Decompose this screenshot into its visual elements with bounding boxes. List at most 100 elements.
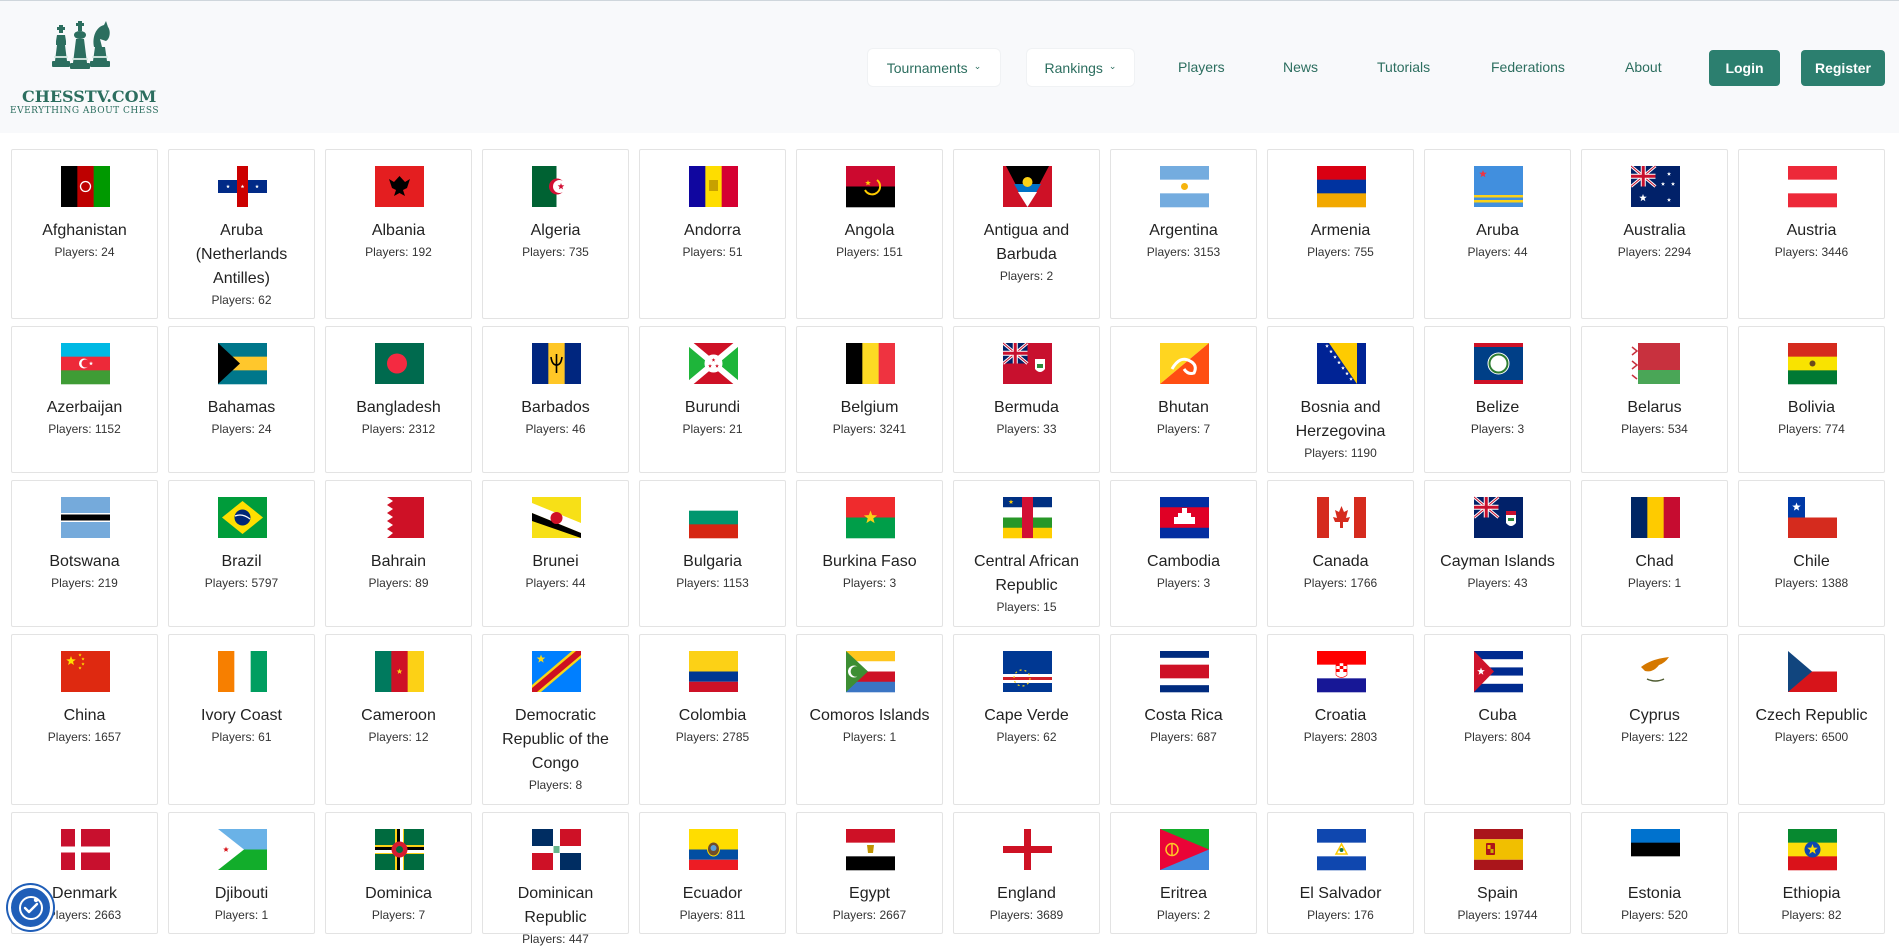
nav-federations-link[interactable]: Federations <box>1491 57 1565 77</box>
nav-news-link[interactable]: News <box>1283 57 1318 77</box>
federation-name: Spain Players: 19744 <box>1429 882 1566 923</box>
federation-card[interactable]: Bulgaria Players: 1153 <box>639 480 786 627</box>
federation-name-text: Ivory Coast <box>201 707 282 724</box>
federation-name: Colombia Players: 2785 <box>644 704 781 745</box>
federation-card[interactable]: Ivory Coast Players: 61 <box>168 634 315 805</box>
federation-card[interactable]: Czech Republic Players: 6500 <box>1738 634 1885 805</box>
federation-name-text: Bahrain <box>370 553 427 570</box>
federation-card[interactable]: Chile Players: 1388 <box>1738 480 1885 627</box>
register-button[interactable]: Register <box>1801 50 1885 86</box>
federation-card[interactable]: Afghanistan Players: 24 <box>11 149 158 319</box>
player-count: Players: 1 <box>1627 576 1682 590</box>
accessibility-button[interactable] <box>8 885 53 930</box>
federation-card[interactable]: Argentina Players: 3153 <box>1110 149 1257 319</box>
bangladesh-flag-icon <box>375 343 424 384</box>
federation-name: Cayman Islands Players: 43 <box>1429 550 1566 591</box>
federation-card[interactable]: Aruba Players: 44 <box>1424 149 1571 319</box>
player-count: Players: 1657 <box>47 730 122 744</box>
federation-card[interactable]: Bosnia and Herzegovina Players: 1190 <box>1267 326 1414 473</box>
federation-card[interactable]: Belarus Players: 534 <box>1581 326 1728 473</box>
azerbaijan-flag-icon <box>61 343 110 385</box>
federation-name: Ivory Coast Players: 61 <box>173 704 310 745</box>
federation-card[interactable]: Azerbaijan Players: 1152 <box>11 326 158 473</box>
nav-rankings-dropdown[interactable]: Rankings ⌄ <box>1027 49 1134 86</box>
federation-card[interactable]: Eritrea Players: 2 <box>1110 812 1257 934</box>
federation-name-text: Cyprus <box>1629 707 1680 724</box>
federation-card[interactable]: Aruba (Netherlands Antilles) Players: 62 <box>168 149 315 319</box>
nav-players-link[interactable]: Players <box>1178 57 1225 77</box>
player-count: Players: 1153 <box>676 576 749 590</box>
federation-card[interactable]: Bahamas Players: 24 <box>168 326 315 473</box>
federation-card[interactable]: Cape Verde Players: 62 <box>953 634 1100 805</box>
algeria-flag-icon <box>532 166 581 207</box>
federation-card[interactable]: Bolivia Players: 774 <box>1738 326 1885 473</box>
federation-card[interactable]: Democratic Republic of the Congo Players:… <box>482 634 629 805</box>
federation-card[interactable]: Belgium Players: 3241 <box>796 326 943 473</box>
china-flag-icon <box>61 651 110 692</box>
federation-card[interactable]: Croatia Players: 2803 <box>1267 634 1414 805</box>
federation-card[interactable]: Bermuda Players: 33 <box>953 326 1100 473</box>
federation-card[interactable]: Brazil Players: 5797 <box>168 480 315 627</box>
federation-card[interactable]: Dominica Players: 7 <box>325 812 472 934</box>
nav-tournaments-dropdown[interactable]: Tournaments ⌄ <box>868 49 1000 86</box>
federation-card[interactable]: Bangladesh Players: 2312 <box>325 326 472 473</box>
antigua-flag-icon <box>1003 166 1052 207</box>
federation-card[interactable]: Canada Players: 1766 <box>1267 480 1414 627</box>
federation-card[interactable]: Chad Players: 1 <box>1581 480 1728 627</box>
federation-card[interactable]: Estonia Players: 520 <box>1581 812 1728 934</box>
federation-card[interactable]: Andorra Players: 51 <box>639 149 786 319</box>
player-count: Players: 51 <box>682 245 743 259</box>
federation-card[interactable]: Cyprus Players: 122 <box>1581 634 1728 805</box>
federation-card[interactable]: Austria Players: 3446 <box>1738 149 1885 319</box>
austria-flag-icon <box>1788 166 1837 208</box>
login-button[interactable]: Login <box>1709 50 1780 86</box>
federation-card[interactable]: Egypt Players: 2667 <box>796 812 943 934</box>
federation-card[interactable]: Ethiopia Players: 82 <box>1738 812 1885 934</box>
federation-card[interactable]: Brunei Players: 44 <box>482 480 629 627</box>
federation-name: Barbados Players: 46 <box>487 396 624 437</box>
federation-name: Cape Verde Players: 62 <box>958 704 1095 745</box>
federation-card[interactable]: Djibouti Players: 1 <box>168 812 315 934</box>
federation-card[interactable]: Barbados Players: 46 <box>482 326 629 473</box>
federation-card[interactable]: Algeria Players: 735 <box>482 149 629 319</box>
federation-card[interactable]: England Players: 3689 <box>953 812 1100 934</box>
federation-card[interactable]: Belize Players: 3 <box>1424 326 1571 473</box>
cyprus-flag-icon <box>1631 651 1680 692</box>
federation-card[interactable]: Bhutan Players: 7 <box>1110 326 1257 473</box>
federation-card[interactable]: El Salvador Players: 176 <box>1267 812 1414 934</box>
federation-card[interactable]: Spain Players: 19744 <box>1424 812 1571 934</box>
federation-name: Andorra Players: 51 <box>644 219 781 260</box>
federation-card[interactable]: Antigua and Barbuda Players: 2 <box>953 149 1100 319</box>
federation-name: Cambodia Players: 3 <box>1115 550 1252 591</box>
nav-tutorials-link[interactable]: Tutorials <box>1377 57 1430 77</box>
federation-card[interactable]: Bahrain Players: 89 <box>325 480 472 627</box>
bahrain-flag-icon <box>375 497 424 538</box>
federation-card[interactable]: Costa Rica Players: 687 <box>1110 634 1257 805</box>
player-count: Players: 2667 <box>832 908 907 922</box>
federation-card[interactable]: Botswana Players: 219 <box>11 480 158 627</box>
federation-name-text: Chile <box>1793 553 1830 570</box>
accessibility-icon <box>18 895 43 920</box>
botswana-flag-icon <box>61 497 110 538</box>
federation-card[interactable]: Central African Republic Players: 15 <box>953 480 1100 627</box>
federation-card[interactable]: Cayman Islands Players: 43 <box>1424 480 1571 627</box>
federation-card[interactable]: Angola Players: 151 <box>796 149 943 319</box>
federation-card[interactable]: Comoros Islands Players: 1 <box>796 634 943 805</box>
federation-card[interactable]: Dominican Republic Players: 447 <box>482 812 629 946</box>
federation-card[interactable]: Cambodia Players: 3 <box>1110 480 1257 627</box>
bahamas-flag-icon <box>218 343 267 385</box>
federation-name-text: Armenia <box>1310 222 1371 239</box>
federation-card[interactable]: Albania Players: 192 <box>325 149 472 319</box>
federation-card[interactable]: Armenia Players: 755 <box>1267 149 1414 319</box>
drc-flag-icon <box>532 651 581 692</box>
federation-card[interactable]: Colombia Players: 2785 <box>639 634 786 805</box>
federation-card[interactable]: Cuba Players: 804 <box>1424 634 1571 805</box>
federation-card[interactable]: Burundi Players: 21 <box>639 326 786 473</box>
federation-card[interactable]: Ecuador Players: 811 <box>639 812 786 934</box>
federation-card[interactable]: Burkina Faso Players: 3 <box>796 480 943 627</box>
federation-card[interactable]: Australia Players: 2294 <box>1581 149 1728 319</box>
federation-name: El Salvador Players: 176 <box>1272 882 1409 923</box>
federation-card[interactable]: Cameroon Players: 12 <box>325 634 472 805</box>
nav-about-link[interactable]: About <box>1625 57 1662 77</box>
federation-card[interactable]: China Players: 1657 <box>11 634 158 805</box>
